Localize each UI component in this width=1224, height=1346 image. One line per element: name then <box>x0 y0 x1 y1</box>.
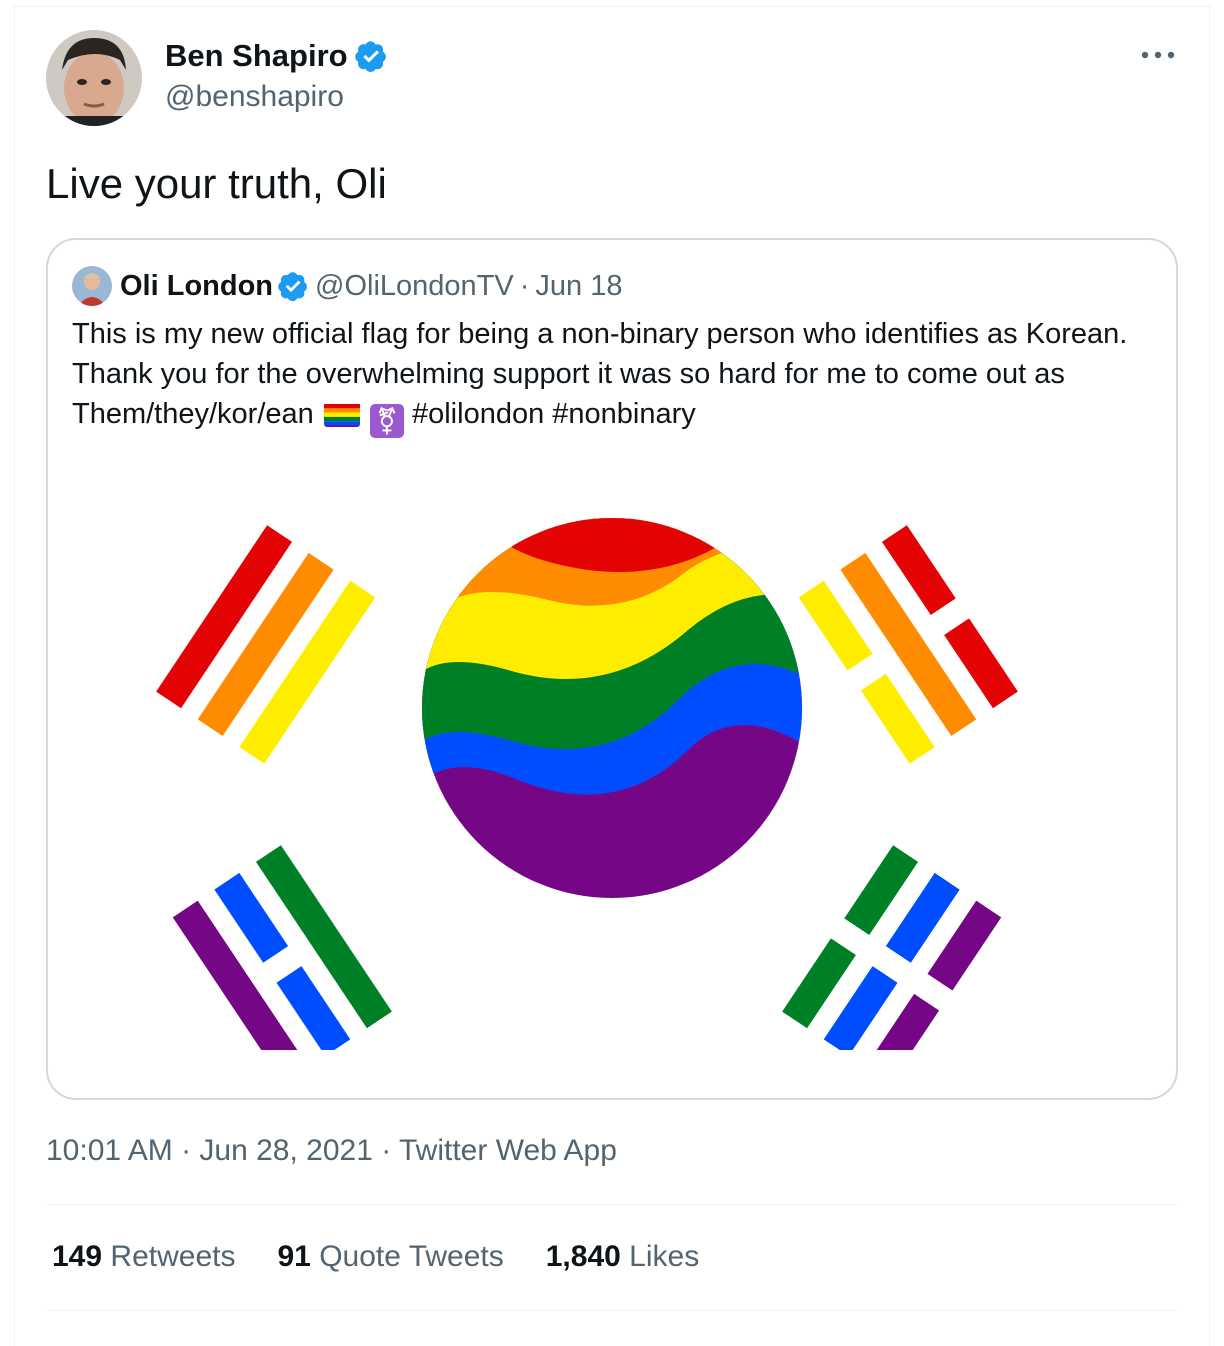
quoted-author-name: Oli London <box>120 269 274 302</box>
likes-label: Likes <box>629 1240 700 1273</box>
divider <box>46 1310 1178 1311</box>
quoted-tweet[interactable]: Oli London @OliLondonTV · Jun 18 This is… <box>46 238 1178 1100</box>
retweets-label: Retweets <box>110 1240 236 1273</box>
retweets-count: 149 <box>52 1240 103 1273</box>
rainbow-flag-icon <box>323 401 360 427</box>
quoted-avatar[interactable] <box>72 266 112 306</box>
quote-tweets-label: Quote Tweets <box>319 1240 504 1273</box>
quoted-hashtags[interactable]: #olilondon #nonbinary <box>412 398 696 430</box>
divider <box>46 1204 1178 1205</box>
author-name: Ben Shapiro <box>165 38 348 73</box>
tweet-timestamp[interactable]: 10:01 AM · Jun 28, 2021 · Twitter Web Ap… <box>46 1134 617 1168</box>
author-handle[interactable]: @benshapiro <box>165 80 344 114</box>
tweet-text: Live your truth, Oli <box>46 160 387 207</box>
more-options-button[interactable] <box>1138 40 1178 70</box>
retweets-stat[interactable]: 149 Retweets <box>52 1240 235 1274</box>
verified-badge-icon <box>354 41 386 73</box>
quoted-avatar-image <box>72 266 112 306</box>
quoted-author-handle: @OliLondonTV <box>315 269 514 302</box>
verified-badge-icon <box>278 272 308 302</box>
quoted-date[interactable]: Jun 18 <box>535 270 622 303</box>
author-avatar[interactable] <box>46 30 142 126</box>
tweet-stats: 149 Retweets 91 Quote Tweets 1,840 Likes <box>52 1240 699 1274</box>
transgender-symbol-icon: ⚧ <box>369 404 404 438</box>
quoted-header: Oli London @OliLondonTV · Jun 18 <box>72 264 622 308</box>
quote-tweets-count: 91 <box>277 1240 311 1273</box>
avatar-image <box>46 30 142 126</box>
quoted-text: This is my new official flag for being a… <box>72 314 1152 438</box>
rainbow-korean-flag-image <box>156 518 1018 1050</box>
likes-stat[interactable]: 1,840 Likes <box>546 1240 699 1274</box>
more-options-icon <box>1141 51 1175 59</box>
quoted-separator: · <box>519 269 530 302</box>
likes-count: 1,840 <box>545 1240 621 1273</box>
author-name-row[interactable]: Ben Shapiro <box>165 38 388 74</box>
quote-tweets-stat[interactable]: 91 Quote Tweets <box>277 1240 503 1274</box>
